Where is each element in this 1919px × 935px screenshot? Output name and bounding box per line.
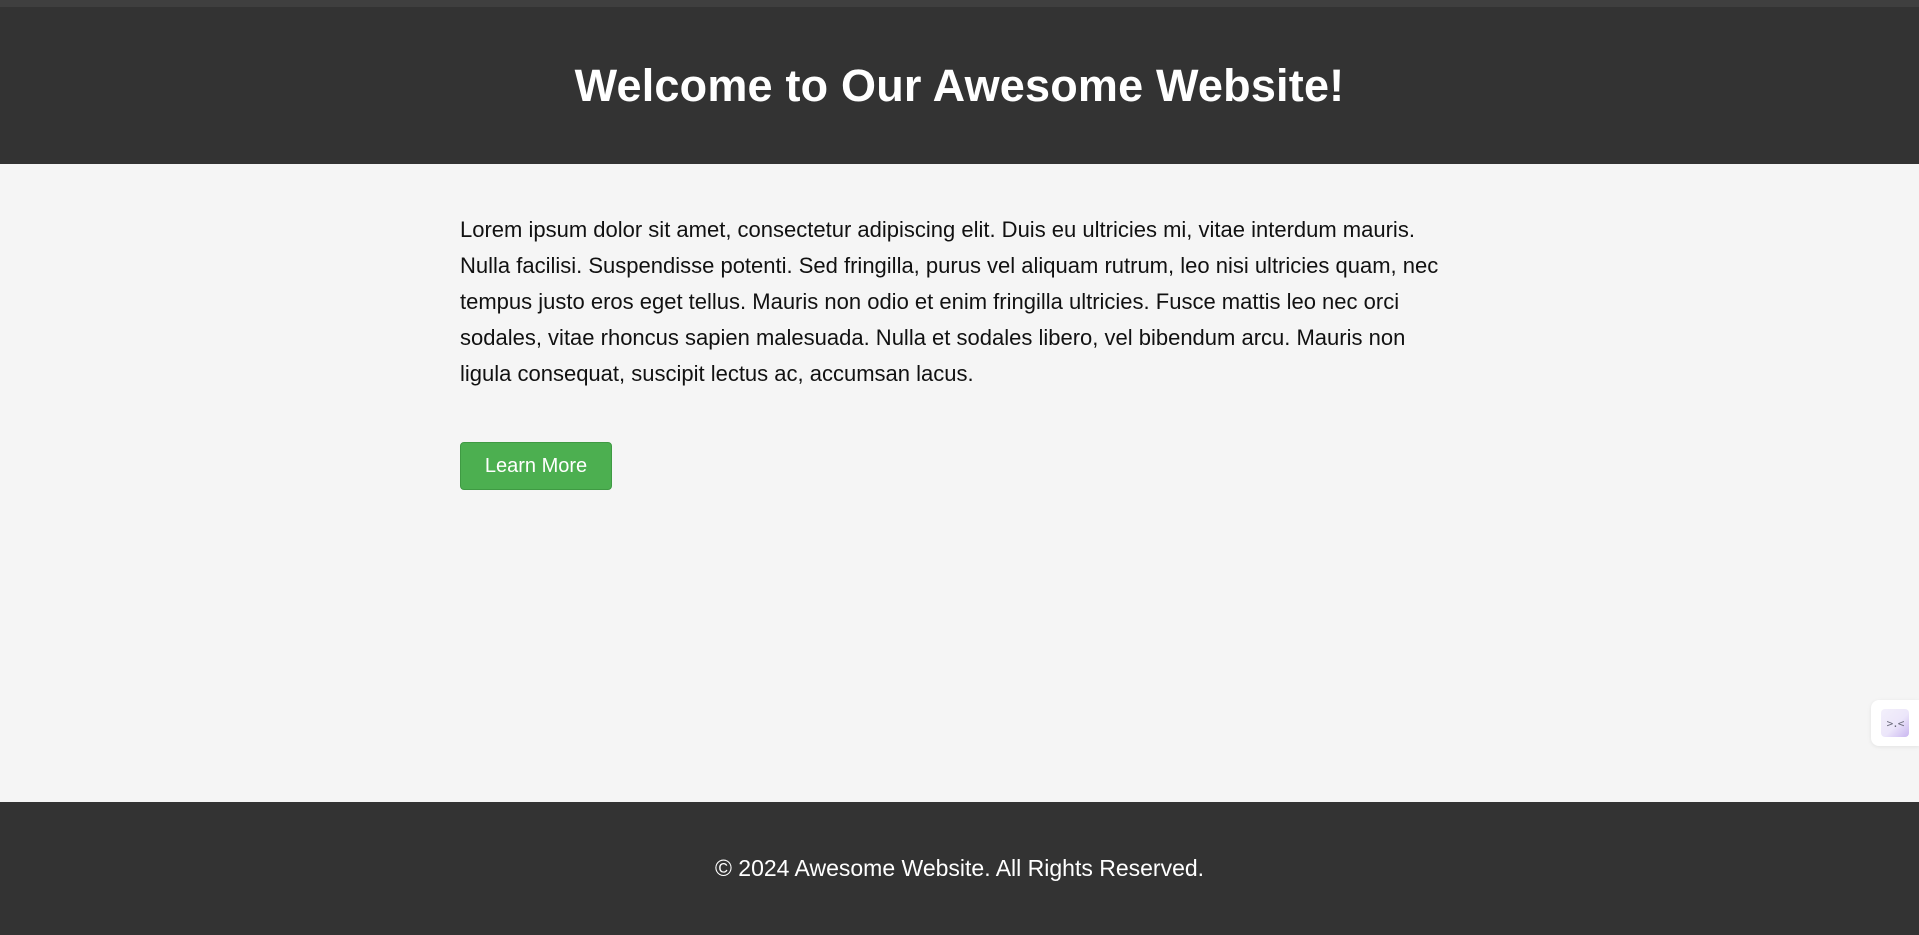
main-content: Lorem ipsum dolor sit amet, consectetur … xyxy=(0,164,1919,802)
footer-copyright: © 2024 Awesome Website. All Rights Reser… xyxy=(714,855,1205,881)
face-icon[interactable]: >.< xyxy=(1881,709,1909,737)
learn-more-button[interactable]: Learn More xyxy=(460,442,612,490)
intro-paragraph: Lorem ipsum dolor sit amet, consectetur … xyxy=(460,217,1439,386)
top-strip xyxy=(0,0,1919,7)
site-footer: © 2024 Awesome Website. All Rights Reser… xyxy=(0,802,1919,935)
site-header: Welcome to Our Awesome Website! xyxy=(0,7,1919,164)
side-widget[interactable]: >.< xyxy=(1871,700,1919,746)
page-title: Welcome to Our Awesome Website! xyxy=(574,59,1345,111)
